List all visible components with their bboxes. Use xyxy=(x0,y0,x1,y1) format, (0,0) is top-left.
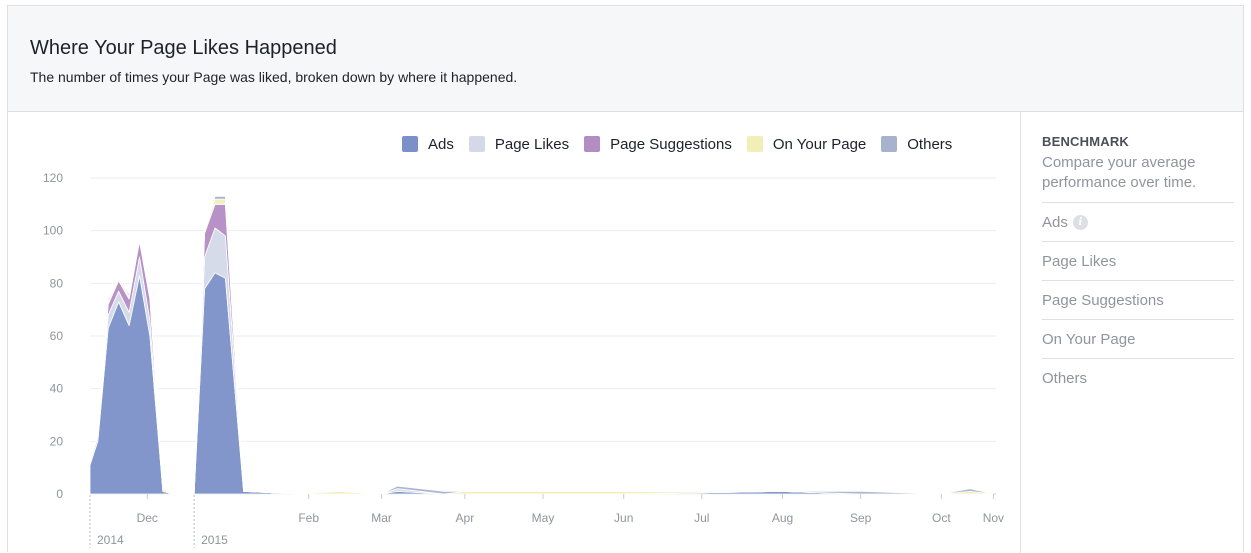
x-tick-label: Aug xyxy=(772,511,793,525)
x-tick-label: Apr xyxy=(456,511,475,525)
y-tick-label: 40 xyxy=(50,382,64,396)
y-tick-label: 100 xyxy=(43,224,63,238)
legend-swatch-page-suggestions xyxy=(584,136,601,152)
x-tick-label: Jul xyxy=(694,511,709,525)
x-tick-label: Nov xyxy=(983,511,1004,525)
benchmark-panel: BENCHMARK Compare your average performan… xyxy=(1042,134,1234,397)
benchmark-title: BENCHMARK xyxy=(1042,134,1130,149)
legend-swatch-page-likes xyxy=(468,136,485,152)
x-tick-label: Mar xyxy=(371,511,392,525)
legend-item-others[interactable]: Others xyxy=(881,136,952,153)
card-header: Where Your Page Likes Happened The numbe… xyxy=(8,6,1243,112)
benchmark-item-label: Page Likes xyxy=(1042,252,1117,270)
y-tick-label: 80 xyxy=(50,276,64,290)
benchmark-item-label: Page Suggestions xyxy=(1042,291,1164,309)
x-tick-label: Feb xyxy=(298,511,319,525)
benchmark-description: Compare your average performance over ti… xyxy=(1042,154,1197,191)
benchmark-item-page-suggestions[interactable]: Page Suggestions xyxy=(1042,281,1234,320)
benchmark-item-on-your-page[interactable]: On Your Page xyxy=(1042,320,1234,359)
benchmark-item-label: Ads xyxy=(1042,213,1068,231)
x-tick-label: Jun xyxy=(614,511,633,525)
x-tick-label: Dec xyxy=(137,511,158,525)
benchmark-item-label: Others xyxy=(1042,369,1088,387)
chart-legend: Ads Page Likes Page Suggestions On Your … xyxy=(402,133,952,155)
legend-swatch-on-your-page xyxy=(746,136,763,152)
legend-item-page-likes[interactable]: Page Likes xyxy=(468,135,570,153)
sidebar-divider xyxy=(1020,112,1021,553)
y-tick-label: 20 xyxy=(50,434,64,448)
legend-swatch-others xyxy=(881,136,898,152)
benchmark-item-others[interactable]: Others xyxy=(1042,359,1234,397)
benchmark-item-page-likes[interactable]: Page Likes xyxy=(1042,242,1234,281)
card-subtitle: The number of times your Page was liked,… xyxy=(30,69,518,85)
legend-label-page-likes: Page Likes xyxy=(494,135,570,153)
x-tick-label: Sep xyxy=(850,511,872,525)
chart-area: 0 20 40 60 80 100 120 Dec Feb Mar Apr May Jun Jul Aug S… xyxy=(8,112,1020,553)
year-label: 2015 xyxy=(201,533,228,547)
legend-item-on-your-page[interactable]: On Your Page xyxy=(746,135,867,153)
info-icon[interactable]: i xyxy=(1072,214,1088,230)
legend-label-ads: Ads xyxy=(428,135,454,153)
benchmark-item-label: On Your Page xyxy=(1042,330,1136,348)
y-tick-label: 120 xyxy=(43,171,63,185)
y-tick-label: 60 xyxy=(50,329,64,343)
legend-label-on-your-page: On Your Page xyxy=(772,135,867,153)
legend-swatch-ads xyxy=(402,136,418,152)
stacked-area-chart: 0 20 40 60 80 100 120 Dec Feb Mar Apr May Jun Jul Aug S… xyxy=(43,171,1004,548)
y-tick-label: 0 xyxy=(56,487,63,501)
area-series-ads xyxy=(89,272,994,495)
legend-item-ads[interactable]: Ads xyxy=(402,136,454,153)
legend-label-others: Others xyxy=(907,135,953,153)
legend-item-page-suggestions[interactable]: Page Suggestions xyxy=(584,136,732,153)
benchmark-item-ads[interactable]: Ads i xyxy=(1042,203,1234,242)
x-tick-label: Oct xyxy=(932,511,951,525)
year-label: 2014 xyxy=(97,533,124,547)
card-title: Where Your Page Likes Happened xyxy=(30,37,337,59)
benchmark-list: Ads i Page Likes Page Suggestions On You… xyxy=(1042,202,1234,397)
legend-label-page-suggestions: Page Suggestions xyxy=(610,135,732,153)
x-tick-label: May xyxy=(532,511,555,525)
